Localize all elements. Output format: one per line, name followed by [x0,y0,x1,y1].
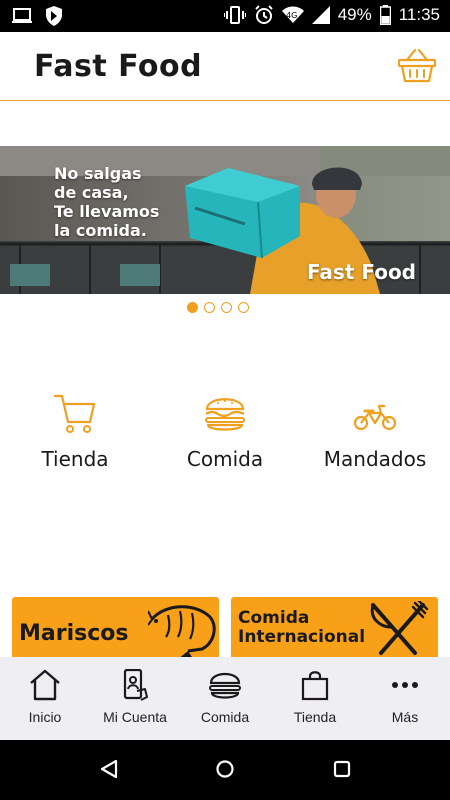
category-comida[interactable]: Comida [150,393,300,471]
shopping-cart-icon [0,393,150,435]
nav-inicio[interactable]: Inicio [0,657,90,740]
nav-label: Mi Cuenta [103,709,167,725]
carousel-dot[interactable] [204,302,215,313]
category-label: Mandados [323,447,427,471]
back-icon[interactable] [100,759,118,784]
home-icon [0,669,90,701]
laptop-icon [12,8,32,24]
category-tienda[interactable]: Tienda [0,393,150,471]
burger-icon [150,393,300,435]
bottom-navigation: Inicio Mi Cuenta Comida Tienda Más [0,657,450,740]
shrimp-icon [147,601,219,659]
promo-banner[interactable]: No salgas de casa, Te llevamos la comida… [0,146,450,294]
system-navigation-bar [0,740,450,800]
nav-tienda[interactable]: Tienda [270,657,360,740]
alarm-icon [254,5,274,25]
card-label: Comida Internacional [238,608,366,647]
status-bar: 4G 49% 11:35 [0,0,450,32]
signal-icon [311,6,330,24]
nav-mi-cuenta[interactable]: Mi Cuenta [90,657,180,740]
clock: 11:35 [398,5,440,24]
shield-icon [46,6,62,26]
category-row: Tienda Comida Mandados [0,393,450,473]
battery-icon [379,5,391,25]
nav-label: Inicio [28,709,62,725]
app-title: Fast Food [34,49,203,84]
banner-tagline: No salgas de casa, Te llevamos la comida… [54,164,160,240]
cart-button[interactable] [397,48,437,84]
nav-comida[interactable]: Comida [180,657,270,740]
carousel-dot[interactable] [187,302,198,313]
more-dots-icon [360,669,450,701]
nav-label: Comida [200,709,250,725]
nav-mas[interactable]: Más [360,657,450,740]
account-phone-icon [90,669,180,701]
wifi-icon: 4G [281,6,304,24]
category-label: Comida [186,447,264,471]
card-mariscos[interactable]: Mariscos [12,597,219,659]
vibrate-icon [223,6,246,24]
basket-icon [397,48,437,88]
recents-icon[interactable] [333,759,351,784]
app-header: Fast Food [0,32,450,101]
battery-percent: 49% [337,5,372,24]
carousel-indicator [187,302,249,313]
burger-icon [180,669,270,701]
category-mandados[interactable]: Mandados [300,393,450,471]
shopping-bag-icon [270,669,360,701]
svg-text:4G: 4G [286,11,297,20]
home-circle-icon[interactable] [216,759,234,784]
fork-knife-icon [367,599,429,659]
carousel-dot[interactable] [238,302,249,313]
nav-label: Tienda [293,709,337,725]
carousel-dot[interactable] [221,302,232,313]
card-comida-internacional[interactable]: Comida Internacional [231,597,438,659]
category-label: Tienda [41,447,109,471]
nav-label: Más [391,709,419,725]
card-label: Mariscos [19,621,129,646]
motorcycle-icon [300,393,450,435]
banner-brand: Fast Food [306,260,416,284]
